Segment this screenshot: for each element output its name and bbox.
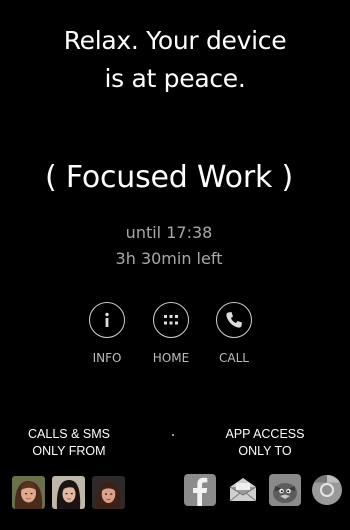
phone-icon [216, 302, 252, 338]
calls-whitelist-label: CALLS & SMS ONLY FROM [24, 426, 114, 460]
mode-title: ( Focused Work ) [45, 160, 293, 195]
calls-label-line-1: CALLS & SMS [28, 427, 110, 441]
info-button[interactable]: INFO [77, 302, 137, 365]
grid-icon [153, 302, 189, 338]
until-time: until 17:38 [125, 223, 213, 242]
mail-icon[interactable] [227, 474, 259, 506]
facebook-icon[interactable] [184, 474, 216, 506]
apps-whitelist-label: APP ACCESS ONLY TO [218, 426, 312, 460]
timer-info: until 17:38 3h 30min left [0, 220, 338, 272]
headline: Relax. Your device is at peace. [0, 22, 350, 98]
apps-label-line-1: APP ACCESS [225, 427, 305, 441]
contact-avatar-2[interactable] [52, 476, 85, 509]
headline-line-2: is at peace. [104, 64, 246, 93]
home-label: HOME [152, 351, 190, 365]
info-icon [89, 302, 125, 338]
home-button[interactable]: HOME [141, 302, 201, 365]
call-button[interactable]: CALL [204, 302, 264, 365]
info-label: INFO [92, 351, 122, 365]
contact-avatar-1[interactable] [12, 476, 45, 509]
apps-label-line-2: ONLY TO [238, 444, 292, 458]
calls-label-line-2: ONLY FROM [32, 444, 106, 458]
separator-dot [172, 434, 174, 436]
action-bar: INFO HOME CALL [0, 302, 350, 372]
headline-line-1: Relax. Your device [63, 26, 287, 55]
time-left: 3h 30min left [115, 249, 223, 268]
call-label: CALL [219, 351, 249, 365]
angry-birds-icon[interactable] [269, 474, 301, 506]
chrome-icon[interactable] [311, 474, 343, 506]
contact-avatar-3[interactable] [92, 476, 125, 509]
